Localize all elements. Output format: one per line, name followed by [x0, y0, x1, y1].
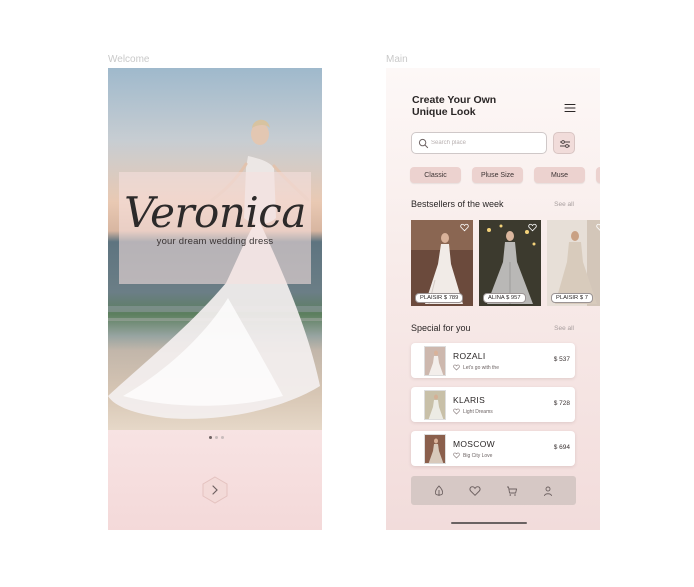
special-item-price: $ 728 — [553, 400, 570, 407]
bestseller-price-tag: PLAISIR $ 789 — [415, 293, 464, 303]
bestseller-name: ALINA — [488, 295, 505, 301]
pager-dot[interactable] — [220, 436, 224, 439]
favorite-heart-icon[interactable] — [596, 223, 600, 232]
brand-logo-text: Veronica — [124, 188, 306, 237]
special-item-card[interactable]: KLARIS Light Dreams $ 728 — [411, 387, 575, 422]
page-title: Create Your Own Unique Look — [412, 94, 496, 118]
bestseller-name: PLAISIR — [420, 295, 443, 301]
chevron-right-icon — [202, 476, 228, 504]
category-chip-more[interactable] — [596, 167, 600, 183]
heart-outline-icon[interactable] — [453, 364, 460, 371]
cart-icon — [506, 486, 517, 496]
heart-outline-icon[interactable] — [453, 452, 460, 459]
welcome-screen: Veronica your dream wedding dress — [108, 68, 322, 530]
favorite-heart-icon[interactable] — [460, 223, 469, 232]
special-item-subtitle: Let's go with the — [463, 365, 499, 371]
bestseller-name: PLAISIR — [556, 295, 579, 301]
category-chip-plus-size[interactable]: Pluse Size — [472, 167, 523, 183]
bestseller-card[interactable]: PLAISIR $ 789 — [411, 220, 473, 306]
main-frame-label: Main — [386, 54, 408, 65]
special-item-thumbnail — [424, 390, 446, 420]
search-icon — [418, 138, 429, 149]
bestsellers-see-all-link[interactable]: See all — [554, 201, 574, 208]
special-item-thumbnail — [424, 346, 446, 376]
bestsellers-heading: Bestsellers of the week — [411, 199, 504, 209]
onboarding-pager — [208, 436, 224, 440]
special-item-subtitle: Big City Love — [463, 453, 493, 459]
bestseller-price: $ 957 — [506, 295, 521, 301]
category-chips: Classic Pluse Size Muse — [410, 167, 600, 183]
heart-outline-icon[interactable] — [453, 408, 460, 415]
special-item-name: MOSCOW — [453, 439, 495, 449]
special-item-card[interactable]: MOSCOW Big City Love $ 694 — [411, 431, 575, 466]
category-chip-classic[interactable]: Classic — [410, 167, 461, 183]
bestseller-card[interactable]: PLAISIR $ 7 — [547, 220, 600, 306]
bestsellers-carousel: PLAISIR $ 789 ALINA $ 957 PLAISIR $ 7 — [411, 220, 600, 306]
special-item-price: $ 537 — [553, 356, 570, 363]
profile-icon — [543, 486, 552, 496]
bestseller-card[interactable]: ALINA $ 957 — [479, 220, 541, 306]
special-item-name: ROZALI — [453, 351, 486, 361]
bestseller-price-tag: PLAISIR $ 7 — [551, 293, 593, 303]
tab-favorites[interactable] — [468, 484, 482, 498]
favorite-heart-icon[interactable] — [528, 223, 537, 232]
next-button[interactable] — [201, 476, 229, 504]
special-see-all-link[interactable]: See all — [554, 325, 574, 332]
special-heading: Special for you — [411, 323, 471, 333]
home-icon — [435, 484, 444, 496]
special-item-subtitle: Light Dreams — [463, 409, 493, 415]
main-screen: Create Your Own Unique Look Classic Plus… — [386, 68, 600, 530]
home-indicator — [451, 522, 527, 524]
bestseller-price: $ 789 — [443, 295, 459, 301]
special-item-card[interactable]: ROZALI Let's go with the $ 537 — [411, 343, 575, 378]
filter-button[interactable] — [553, 132, 575, 154]
search-bar[interactable] — [411, 132, 547, 154]
tab-cart[interactable] — [505, 484, 519, 498]
search-input[interactable] — [431, 136, 541, 150]
category-chip-muse[interactable]: Muse — [534, 167, 585, 183]
pager-dot-active[interactable] — [208, 436, 212, 439]
hamburger-menu-icon[interactable] — [564, 100, 576, 113]
special-item-name: KLARIS — [453, 395, 486, 405]
bestseller-price-tag: ALINA $ 957 — [483, 293, 526, 303]
bottom-tab-bar — [411, 476, 576, 505]
page-title-line1: Create Your Own — [412, 94, 497, 106]
welcome-frame-label: Welcome — [108, 54, 150, 65]
pager-dot[interactable] — [214, 436, 218, 439]
bestseller-price: $ 7 — [579, 295, 588, 301]
tab-home[interactable] — [432, 484, 446, 498]
special-item-price: $ 694 — [553, 444, 570, 451]
special-list: ROZALI Let's go with the $ 537 KLARIS Li… — [411, 343, 575, 466]
page-title-line2: Unique Look — [412, 106, 476, 118]
brand-tagline: your dream wedding dress — [156, 236, 274, 247]
tab-profile[interactable] — [541, 484, 555, 498]
special-item-thumbnail — [424, 434, 446, 464]
heart-icon — [469, 485, 481, 496]
sliders-icon — [560, 140, 570, 148]
